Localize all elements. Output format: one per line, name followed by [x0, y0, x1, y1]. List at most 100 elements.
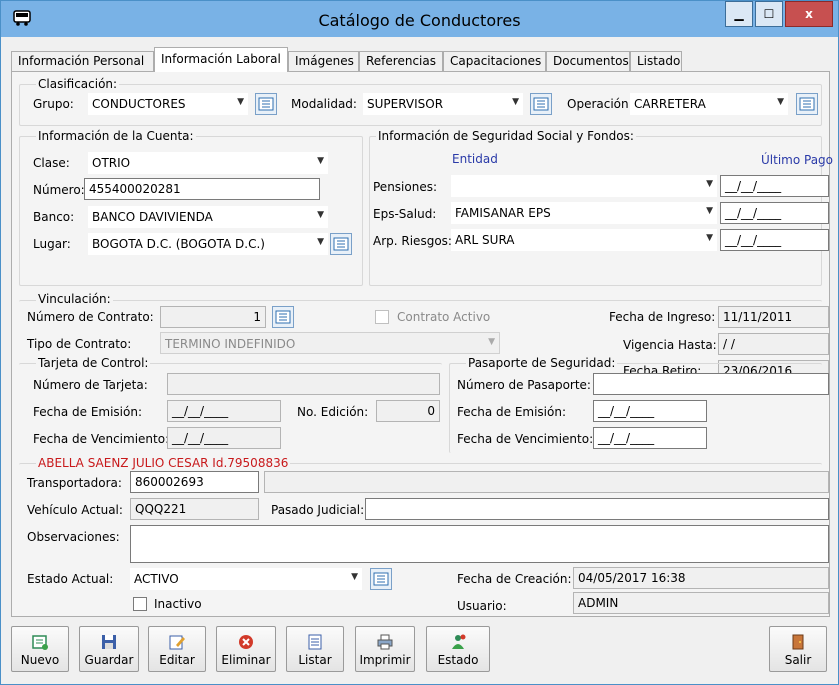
chevron-down-icon: ▼ [777, 97, 784, 107]
banco-label: Banco: [33, 210, 75, 224]
observaciones-textarea[interactable] [130, 525, 829, 563]
tab-documentos[interactable]: Documentos [546, 51, 630, 71]
salir-button[interactable]: Salir [769, 626, 827, 672]
tarjeta-title: Tarjeta de Control: [36, 356, 151, 370]
editar-button[interactable]: Editar [148, 626, 206, 672]
save-icon [102, 635, 116, 649]
banco-select[interactable]: BANCO DAVIVIENDA ▼ [88, 206, 328, 228]
arp-label: Arp. Riesgos: [373, 234, 452, 248]
tipo-contrato-select[interactable]: TERMINO INDEFINIDO ▼ [160, 332, 500, 354]
title-bar: Catálogo de Conductores ▁ ☐ x [1, 1, 838, 37]
print-icon [377, 634, 393, 650]
chevron-down-icon: ▼ [706, 233, 713, 243]
eps-select[interactable]: FAMISANAR EPS ▼ [451, 202, 717, 224]
tab-imagenes[interactable]: Imágenes [288, 51, 359, 71]
no-edicion-input[interactable]: 0 [376, 400, 440, 422]
eps-fecha-input[interactable]: __/__/____ [720, 202, 829, 224]
tab-informacion-personal[interactable]: Información Personal [11, 51, 154, 71]
pasaporte-emision-input[interactable]: __/__/____ [593, 400, 707, 422]
nuevo-button[interactable]: Nuevo [11, 626, 69, 672]
pasaporte-emision-label: Fecha de Emisión: [457, 405, 566, 419]
clase-label: Clase: [33, 156, 70, 170]
chevron-down-icon: ▼ [351, 572, 358, 582]
modalidad-lookup-button[interactable] [530, 93, 552, 115]
vehiculo-input[interactable]: QQQ221 [130, 498, 259, 520]
usuario-value: ADMIN [573, 592, 829, 614]
numero-contrato-input[interactable]: 1 [160, 306, 266, 328]
chevron-down-icon: ▼ [706, 206, 713, 216]
numero-cuenta-label: Número: [33, 183, 85, 197]
editar-label: Editar [159, 653, 195, 667]
tab-informacion-laboral[interactable]: Información Laboral [154, 47, 288, 72]
close-button[interactable]: x [785, 1, 833, 27]
chevron-down-icon: ▼ [237, 97, 244, 107]
guardar-button[interactable]: Guardar [79, 626, 139, 672]
vinculacion-title: Vinculación: [36, 292, 113, 306]
user-status-icon [452, 634, 466, 649]
numero-tarjeta-input[interactable] [167, 373, 440, 395]
pensiones-label: Pensiones: [373, 180, 438, 194]
chevron-down-icon: ▼ [317, 237, 324, 247]
lugar-select[interactable]: BOGOTA D.C. (BOGOTA D.C.) ▼ [88, 233, 328, 255]
exit-door-icon [792, 634, 804, 650]
listar-button[interactable]: Listar [286, 626, 344, 672]
estado-button[interactable]: Estado [426, 626, 490, 672]
pasaporte-vencimiento-input[interactable]: __/__/____ [593, 427, 707, 449]
imprimir-label: Imprimir [359, 653, 411, 667]
usuario-label: Usuario: [457, 599, 507, 613]
imprimir-button[interactable]: Imprimir [355, 626, 415, 672]
action-toolbar: Nuevo Guardar Editar Eliminar Listar Imp… [11, 626, 830, 678]
clasificacion-title: Clasificación: [36, 77, 120, 91]
tarjeta-vencimiento-input[interactable]: __/__/____ [167, 427, 281, 449]
pasaporte-title: Pasaporte de Seguridad: [466, 356, 618, 370]
lugar-lookup-button[interactable] [330, 233, 352, 255]
inactivo-checkbox[interactable] [133, 597, 147, 611]
contrato-lookup-button[interactable] [272, 306, 294, 328]
arp-select[interactable]: ARL SURA ▼ [451, 229, 717, 251]
tab-capacitaciones[interactable]: Capacitaciones [443, 51, 546, 71]
chevron-down-icon: ▼ [317, 156, 324, 166]
estado-actual-label: Estado Actual: [27, 572, 114, 586]
estado-lookup-button[interactable] [370, 568, 392, 590]
chevron-down-icon: ▼ [512, 97, 519, 107]
numero-pasaporte-label: Número de Pasaporte: [457, 378, 591, 392]
observaciones-label: Observaciones: [27, 530, 120, 544]
listar-label: Listar [298, 653, 332, 667]
ultimo-pago-header: Último Pago [761, 153, 834, 167]
numero-cuenta-input[interactable]: 455400020281 [84, 178, 320, 200]
tarjeta-emision-input[interactable]: __/__/____ [167, 400, 281, 422]
arp-fecha-input[interactable]: __/__/____ [720, 229, 829, 251]
operacion-lookup-button[interactable] [796, 93, 818, 115]
conductor-title: ABELLA SAENZ JULIO CESAR Id.79508836 [38, 456, 289, 470]
operacion-select[interactable]: CARRETERA ▼ [630, 93, 788, 115]
transportadora-input[interactable]: 860002693 [130, 471, 259, 493]
modalidad-select[interactable]: SUPERVISOR ▼ [363, 93, 523, 115]
vigencia-label: Vigencia Hasta: [623, 338, 717, 352]
maximize-button[interactable]: ☐ [755, 1, 783, 27]
inactivo-label: Inactivo [154, 597, 202, 611]
pensiones-select[interactable]: ▼ [451, 175, 717, 197]
fecha-creacion-value: 04/05/2017 16:38 [573, 567, 829, 589]
grupo-lookup-button[interactable] [255, 93, 277, 115]
list-icon [308, 634, 322, 650]
tab-referencias[interactable]: Referencias [359, 51, 443, 71]
eliminar-button[interactable]: Eliminar [216, 626, 276, 672]
chevron-down-icon: ▼ [488, 337, 495, 347]
numero-pasaporte-input[interactable] [593, 373, 829, 395]
catalogo-window: Catálogo de Conductores ▁ ☐ x Informació… [0, 0, 839, 685]
estado-actual-select[interactable]: ACTIVO ▼ [130, 568, 362, 590]
entidad-header: Entidad [452, 152, 498, 166]
grupo-select[interactable]: CONDUCTORES ▼ [88, 93, 248, 115]
contrato-activo-checkbox[interactable] [375, 310, 389, 324]
pensiones-fecha-input[interactable]: __/__/____ [720, 175, 829, 197]
new-record-icon [32, 635, 48, 650]
pasado-judicial-input[interactable] [365, 498, 829, 520]
eliminar-label: Eliminar [221, 653, 271, 667]
minimize-button[interactable]: ▁ [725, 1, 753, 27]
fecha-ingreso-value: 11/11/2011 [718, 306, 829, 328]
tipo-contrato-label: Tipo de Contrato: [27, 337, 132, 351]
contrato-activo-label: Contrato Activo [397, 310, 491, 324]
tab-listado[interactable]: Listado [630, 51, 682, 71]
numero-contrato-label: Número de Contrato: [27, 310, 154, 324]
clase-select[interactable]: OTRIO ▼ [88, 152, 328, 174]
